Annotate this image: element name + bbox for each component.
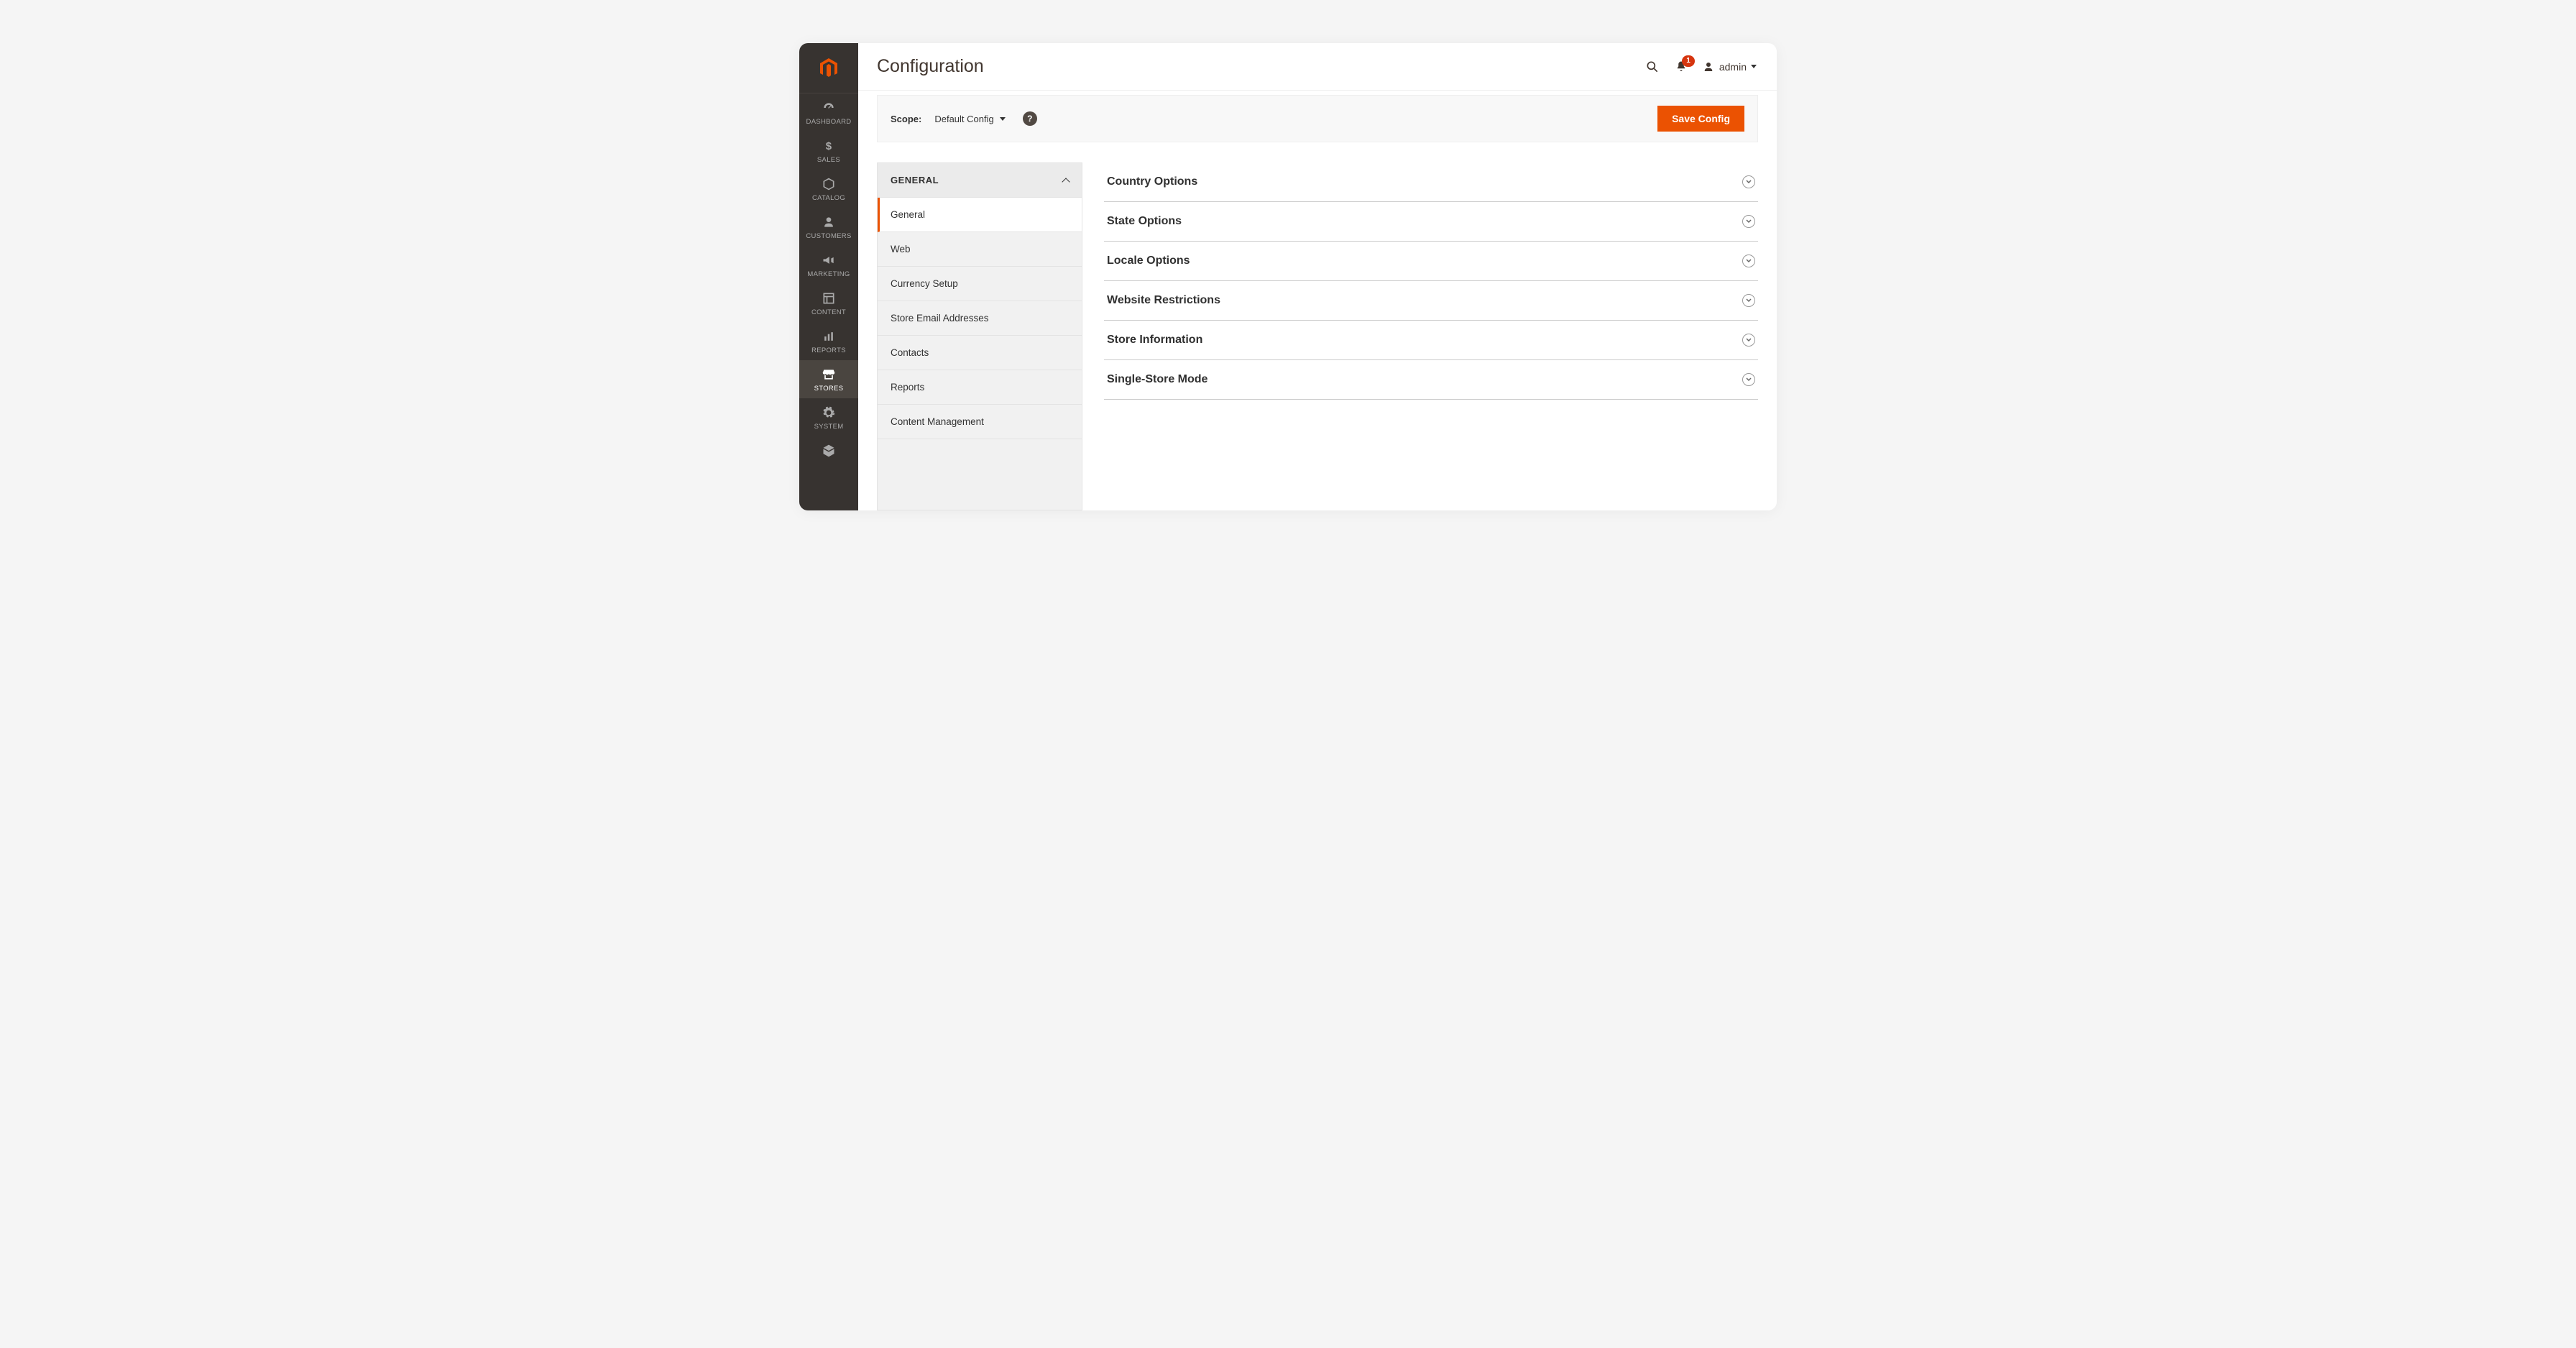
config-body: GENERAL GeneralWebCurrency SetupStore Em… <box>858 142 1777 510</box>
megaphone-icon <box>822 253 836 267</box>
chevron-up-icon <box>1062 178 1070 185</box>
section-state-options[interactable]: State Options <box>1104 202 1758 242</box>
gear-icon <box>822 405 836 420</box>
magento-logo-icon <box>817 57 840 80</box>
sidebar-item-reports[interactable]: REPORTS <box>799 322 858 360</box>
section-title: Locale Options <box>1107 255 1190 267</box>
dashboard-icon <box>822 101 836 115</box>
app-window: DASHBOARD $ SALES CATALOG CUSTOMERS MARKETING… <box>799 43 1777 510</box>
user-icon <box>1702 60 1715 73</box>
chevron-down-icon <box>1742 255 1755 267</box>
svg-text:$: $ <box>826 140 832 152</box>
magento-logo[interactable] <box>799 43 858 93</box>
sidebar-item-label: CONTENT <box>811 308 846 316</box>
help-button[interactable]: ? <box>1023 111 1037 126</box>
section-title: Website Restrictions <box>1107 294 1220 307</box>
scope-label: Scope: <box>891 114 921 124</box>
section-country-options[interactable]: Country Options <box>1104 162 1758 202</box>
config-subitem-currency-setup[interactable]: Currency Setup <box>878 267 1082 301</box>
config-subitem-general[interactable]: General <box>878 198 1082 232</box>
sidebar-item-customers[interactable]: CUSTOMERS <box>799 208 858 246</box>
sidebar-item-system[interactable]: SYSTEM <box>799 398 858 436</box>
chevron-down-icon <box>1742 215 1755 228</box>
save-config-button[interactable]: Save Config <box>1657 106 1744 132</box>
notifications-button[interactable]: 1 <box>1673 59 1689 75</box>
sidebar-item-label: DASHBOARD <box>806 118 852 126</box>
sidebar-item-label: STORES <box>814 385 844 393</box>
storefront-icon <box>822 367 836 382</box>
section-single-store-mode[interactable]: Single-Store Mode <box>1104 360 1758 400</box>
caret-down-icon <box>1000 117 1006 121</box>
dollar-icon: $ <box>822 139 836 153</box>
config-subitem-contacts[interactable]: Contacts <box>878 336 1082 370</box>
chevron-down-icon <box>1742 175 1755 188</box>
scope-value: Default Config <box>934 114 993 124</box>
section-website-restrictions[interactable]: Website Restrictions <box>1104 281 1758 321</box>
sidebar-item-dashboard[interactable]: DASHBOARD <box>799 93 858 132</box>
scope-bar: Scope: Default Config ? Save Config <box>877 95 1758 142</box>
admin-sidebar: DASHBOARD $ SALES CATALOG CUSTOMERS MARKETING… <box>799 43 858 510</box>
sidebar-item-stores[interactable]: STORES <box>799 360 858 398</box>
topbar: Configuration 1 admin <box>858 43 1777 91</box>
sidebar-item-label: MARKETING <box>807 270 850 278</box>
sidebar-item-marketing[interactable]: MARKETING <box>799 246 858 284</box>
section-title: State Options <box>1107 215 1182 228</box>
page-title: Configuration <box>877 56 984 77</box>
config-subitem-reports[interactable]: Reports <box>878 370 1082 405</box>
layout-icon <box>822 291 836 306</box>
box-icon <box>822 177 836 191</box>
puzzle-icon <box>822 444 836 458</box>
caret-down-icon <box>1751 65 1757 68</box>
sidebar-item-sales[interactable]: $ SALES <box>799 132 858 170</box>
config-subitem-content-management[interactable]: Content Management <box>878 405 1082 439</box>
sidebar-item-label: CATALOG <box>812 194 845 202</box>
config-content: Country Options State Options Locale Optio… <box>1082 162 1758 510</box>
section-title: Country Options <box>1107 175 1197 188</box>
chevron-down-icon <box>1742 294 1755 307</box>
section-title: Single-Store Mode <box>1107 373 1208 386</box>
config-nav: GENERAL GeneralWebCurrency SetupStore Em… <box>877 162 1082 510</box>
search-button[interactable] <box>1644 59 1660 75</box>
section-store-information[interactable]: Store Information <box>1104 321 1758 360</box>
search-icon <box>1645 60 1660 74</box>
config-subitem-store-email-addresses[interactable]: Store Email Addresses <box>878 301 1082 336</box>
chevron-down-icon <box>1742 334 1755 347</box>
config-group-general[interactable]: GENERAL <box>878 163 1082 198</box>
question-icon: ? <box>1027 114 1032 124</box>
person-icon <box>822 215 836 229</box>
sidebar-item-label: CUSTOMERS <box>806 232 851 240</box>
chevron-down-icon <box>1742 373 1755 386</box>
sidebar-item-label: SYSTEM <box>814 423 844 431</box>
config-subitem-web[interactable]: Web <box>878 232 1082 267</box>
sidebar-item-catalog[interactable]: CATALOG <box>799 170 858 208</box>
sidebar-item-label: SALES <box>817 156 840 164</box>
scope-select[interactable]: Default Config <box>934 114 1005 124</box>
main-area: Configuration 1 admin Scope: Default Con… <box>858 43 1777 510</box>
sidebar-item-extensions[interactable] <box>799 436 858 464</box>
section-locale-options[interactable]: Locale Options <box>1104 242 1758 281</box>
bars-icon <box>822 329 836 344</box>
user-name: admin <box>1719 61 1747 73</box>
notification-badge: 1 <box>1682 55 1695 67</box>
sidebar-item-label: REPORTS <box>811 347 846 354</box>
sidebar-item-content[interactable]: CONTENT <box>799 284 858 322</box>
config-group-label: GENERAL <box>891 175 939 185</box>
section-title: Store Information <box>1107 334 1202 347</box>
user-menu[interactable]: admin <box>1702 60 1757 73</box>
